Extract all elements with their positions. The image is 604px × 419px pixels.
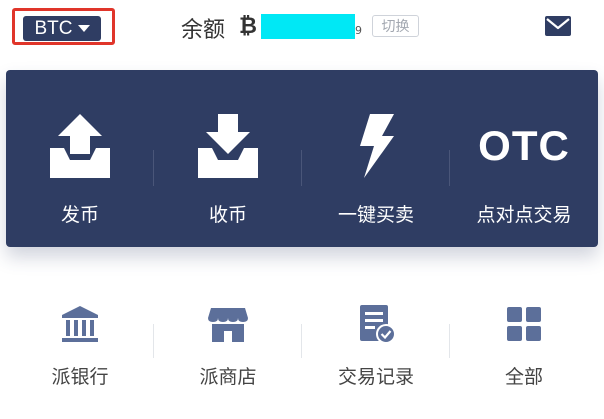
records-service-label: 交易记录 (337, 366, 414, 388)
otc-trade-label: 点对点交易 (476, 204, 572, 226)
grid-icon (507, 307, 541, 341)
bank-service-label: 派银行 (51, 366, 109, 388)
send-tray-icon (50, 114, 110, 178)
otc-icon: OTC (478, 122, 570, 169)
switch-button[interactable]: 切换 (372, 15, 419, 37)
all-services-button[interactable]: 全部 (450, 290, 598, 410)
coin-selector[interactable]: BTC (23, 16, 101, 41)
bank-icon (62, 306, 98, 342)
quick-trade-button[interactable]: 一键买卖 (302, 70, 450, 247)
bitcoin-icon: ₿ (239, 14, 257, 39)
store-service-button[interactable]: 派商店 (154, 290, 302, 410)
records-service-button[interactable]: 交易记录 (302, 290, 450, 410)
quick-actions-panel: 发币 收币 一键买卖 OTC 点对点交易 (6, 70, 598, 247)
balance-redaction (261, 14, 355, 39)
coin-selector-label: BTC (34, 17, 73, 39)
records-icon (360, 305, 396, 344)
receive-coin-button[interactable]: 收币 (154, 70, 302, 247)
top-bar: BTC 余额 ₿ 9 切换 (0, 0, 604, 60)
quick-trade-label: 一键买卖 (337, 204, 414, 226)
otc-trade-button[interactable]: OTC 点对点交易 (450, 70, 598, 247)
receive-coin-label: 收币 (208, 204, 247, 226)
mail-button[interactable] (544, 15, 572, 37)
bank-service-button[interactable]: 派银行 (6, 290, 154, 410)
coin-select-highlight: BTC (12, 8, 115, 45)
caret-down-icon (77, 25, 90, 32)
send-coin-button[interactable]: 发币 (6, 70, 154, 247)
balance-value-tail: 9 (355, 24, 362, 37)
send-coin-label: 发币 (60, 204, 99, 226)
switch-button-label: 切换 (381, 19, 410, 35)
lightning-icon (360, 114, 394, 178)
services-row: 派银行 派商店 交易记录 全部 (6, 290, 598, 410)
balance-label: 余额 (181, 18, 226, 43)
store-icon (208, 308, 248, 342)
all-services-label: 全部 (504, 366, 543, 388)
mail-icon (545, 16, 571, 36)
receive-tray-icon (198, 114, 258, 178)
store-service-label: 派商店 (199, 366, 257, 388)
